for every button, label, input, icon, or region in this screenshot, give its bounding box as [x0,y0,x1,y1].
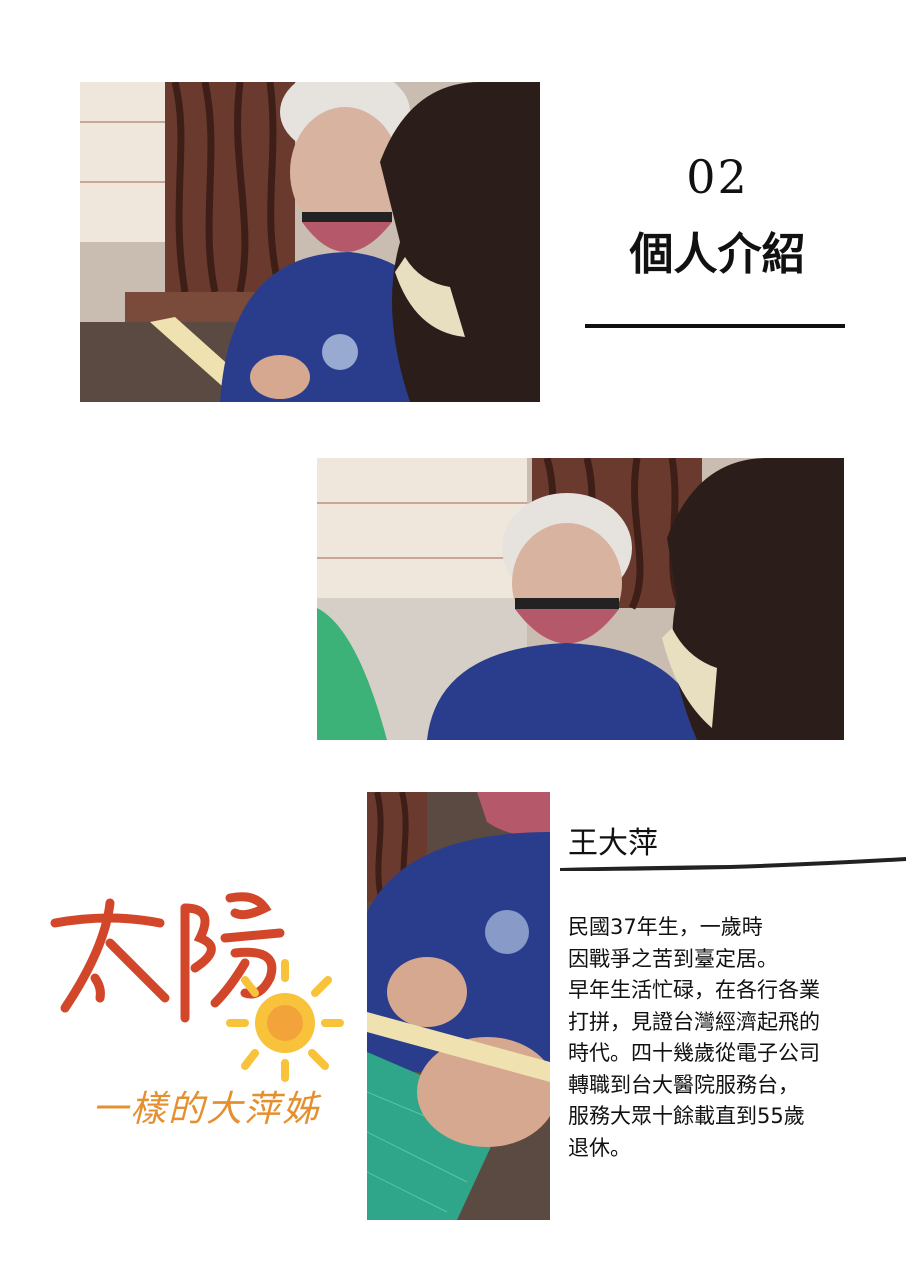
photo-smiling-portrait [317,458,844,740]
title-divider [585,324,845,328]
bio-line: 轉職到台大醫院服務台， [568,1072,799,1097]
bio-line: 服務大眾十餘載直到55歲 [568,1104,805,1128]
bio-line: 打拼，見證台灣經濟起飛的 [568,1009,820,1034]
bio-line: 早年生活忙碌，在各行各業 [568,978,820,1002]
bio-line: 因戰爭之苦到臺定居。 [568,946,778,971]
bio-line: 民國37年生，一歲時 [568,915,763,939]
bio-line: 退休。 [568,1135,631,1160]
logo-subtitle: 一樣的大萍姊 [92,1089,321,1130]
section-title: 個人介紹 [629,229,806,280]
photo-hands-crafting [367,792,550,1220]
section-number: 02 [686,150,749,204]
brush-divider [560,857,906,871]
bio-line: 時代。四十幾歲從電子公司 [568,1041,820,1065]
photo-writing-closeup [80,82,540,402]
bio-text: 民國37年生，一歲時 因戰爭之苦到臺定居。 早年生活忙碌，在各行各業 打拼，見證… [568,912,898,1164]
